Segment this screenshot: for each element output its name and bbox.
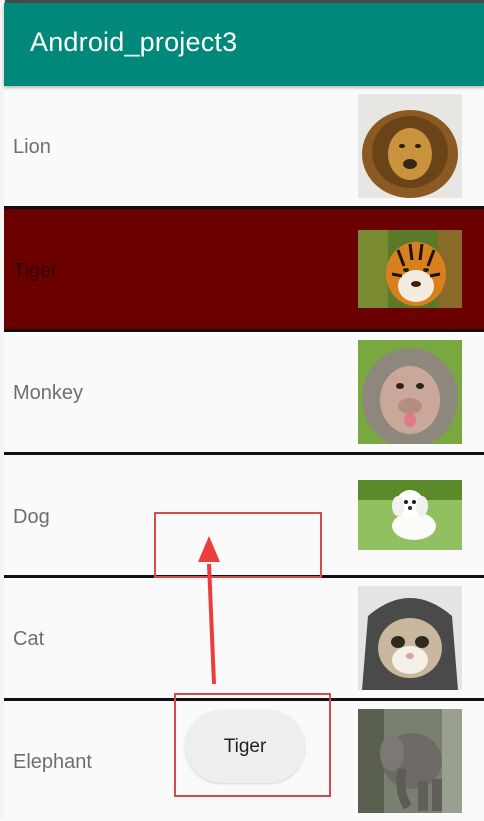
toast-message: Tiger [185, 710, 305, 783]
list-item-cat[interactable]: Cat [4, 578, 484, 698]
list-item-label: Lion [13, 136, 51, 158]
app-bar: Android_project3 [4, 3, 484, 86]
cat-photo [358, 586, 462, 690]
list-item-label: Elephant [13, 751, 92, 773]
elephant-photo [358, 709, 462, 813]
list-item-label: Cat [13, 628, 45, 650]
list-item-tiger[interactable]: Tiger [4, 209, 484, 329]
monkey-photo [358, 340, 462, 444]
list-item-lion[interactable]: Lion [4, 86, 484, 206]
list-item-monkey[interactable]: Monkey [4, 332, 484, 452]
dog-photo [358, 480, 462, 550]
lion-photo [358, 94, 462, 198]
app-title: Android_project3 [30, 27, 238, 57]
annotation-box-target [154, 512, 322, 578]
up-arrow-icon [198, 536, 220, 685]
tiger-photo [358, 230, 462, 308]
list-item-label: Dog [13, 506, 50, 528]
list-item-label: Monkey [13, 382, 84, 404]
list-item-label: Tiger [13, 260, 58, 282]
toast-text: Tiger [223, 736, 267, 757]
